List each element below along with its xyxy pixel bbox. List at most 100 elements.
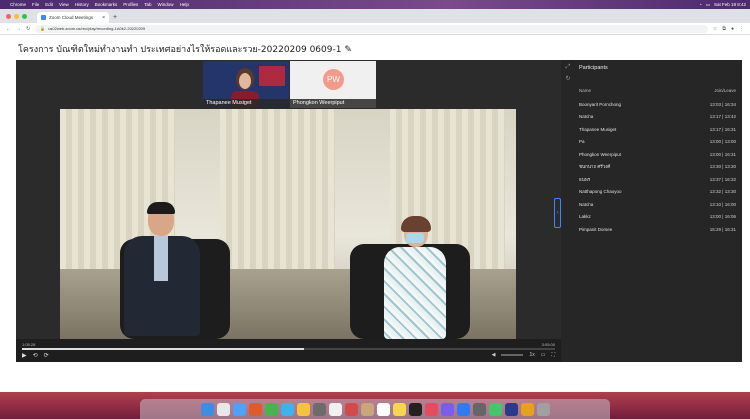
dock-app-icon[interactable]	[232, 402, 246, 416]
url-text: us02web.zoom.us/rec/play/recording-1A0k2…	[48, 26, 146, 31]
play-icon[interactable]: ▶	[22, 352, 27, 359]
new-tab-button[interactable]: +	[113, 12, 117, 23]
menu-item-tab[interactable]: Tab	[144, 2, 151, 7]
dock-app-icon[interactable]	[392, 402, 406, 416]
column-name: Name	[579, 88, 592, 93]
participant-time: 13:03 | 16:34	[709, 101, 736, 107]
participant-row: ธนพร 13:37 | 16:32	[579, 173, 736, 186]
participant-name: Natthapong Chaoyoo	[579, 189, 622, 195]
menu-item-window[interactable]: Window	[158, 2, 174, 7]
url-field[interactable]: 🔒 us02web.zoom.us/rec/play/recording-1A0…	[35, 24, 708, 33]
menu-item-view[interactable]: View	[59, 2, 69, 7]
expand-icon[interactable]: ⤢	[566, 64, 571, 71]
window-controls	[6, 9, 27, 23]
recording-player: Thapanee Musiget PW Phongkon Weerpiput ›…	[16, 60, 561, 362]
dock-app-icon[interactable]	[536, 402, 550, 416]
rewind-icon[interactable]: ⟲	[33, 352, 38, 359]
participant-time: 13:17 | 16:31	[709, 126, 736, 132]
speed-button[interactable]: 1x	[529, 352, 534, 358]
speaker-thumbnail-phongkon: PW Phongkon Weerpiput	[290, 61, 376, 108]
menu-item-profiles[interactable]: Profiles	[123, 2, 138, 7]
lock-icon: 🔒	[40, 26, 46, 31]
participant-time: 15:29 | 16:31	[709, 226, 736, 232]
participant-row: Thapanee Musiget 13:17 | 16:31	[579, 123, 736, 136]
progress-fill	[22, 348, 305, 350]
bookmark-star-icon[interactable]: ☆	[713, 26, 717, 32]
dock-app-icon[interactable]	[328, 402, 342, 416]
browser-menu-icon[interactable]: ⋮	[739, 26, 744, 32]
refresh-icon[interactable]: ↻	[565, 75, 570, 82]
close-tab-icon[interactable]: ×	[102, 15, 105, 21]
participant-row: Natthapong Chaoyoo 13:32 | 13:30	[579, 186, 736, 199]
participant-name: Natcha	[579, 114, 594, 120]
forward-icon[interactable]: ⟳	[44, 352, 49, 359]
dock-app-icon[interactable]	[280, 402, 294, 416]
speaker-thumbnail-thapanee: Thapanee Musiget	[203, 61, 289, 108]
participant-time: 13:32 | 13:30	[709, 189, 736, 195]
participant-name: Phongkon Weerpiput	[579, 151, 621, 157]
profile-avatar[interactable]: ●	[731, 26, 734, 32]
tab-title: Zoom Cloud Meetings	[49, 15, 94, 20]
dock-app-icon[interactable]	[456, 402, 470, 416]
recording-title: โครงการ บัณฑิตใหม่ทำงานทำ ประเทศอย่างไรใ…	[18, 45, 352, 55]
dock-app-icon[interactable]	[488, 402, 502, 416]
menu-item-chrome[interactable]: Chrome	[10, 2, 26, 7]
participant-time: 13:37 | 16:32	[709, 176, 736, 182]
back-icon[interactable]: ←	[6, 26, 11, 32]
dock-app-icon[interactable]	[424, 402, 438, 416]
zoom-favicon-icon	[41, 15, 46, 20]
dock-app-icon[interactable]	[520, 402, 534, 416]
dock-app-icon[interactable]	[216, 402, 230, 416]
dock-app-icon[interactable]	[376, 402, 390, 416]
participant-time: 13:10 | 16:00	[709, 201, 736, 207]
minimize-window-button[interactable]	[14, 13, 19, 19]
column-time: Join/Leave	[714, 88, 736, 93]
participant-name: Boonyarit Pornchong	[579, 101, 622, 107]
volume-slider[interactable]	[501, 354, 524, 356]
dock-app-icon[interactable]	[200, 402, 214, 416]
participant-time: 13:17 | 13:42	[709, 114, 736, 120]
participant-row: Pa 13:00 | 13:00	[579, 136, 736, 149]
volume-icon[interactable]: ◀	[492, 352, 496, 358]
dock-app-icon[interactable]	[472, 402, 486, 416]
participant-row: Natcha 13:17 | 13:42	[579, 111, 736, 124]
collapse-sidebar-button[interactable]: ›	[554, 198, 561, 228]
reload-icon[interactable]: ↻	[26, 26, 30, 32]
participant-time: 13:00 | 16:31	[709, 151, 736, 157]
speaker-woman	[380, 216, 450, 339]
total-time: 3:05:00	[541, 342, 555, 347]
initials-avatar: PW	[323, 69, 344, 90]
menu-item-history[interactable]: History	[75, 2, 89, 7]
participants-panel: ⤢ ↻ Participants Name Join/Leave Boonyar…	[561, 60, 742, 362]
menu-item-file[interactable]: File	[32, 2, 39, 7]
wifi-icon[interactable]: ◔	[699, 2, 702, 8]
dock-app-icon[interactable]	[296, 402, 310, 416]
maximize-window-button[interactable]	[22, 13, 27, 19]
dock-app-icon[interactable]	[248, 402, 262, 416]
dock-app-icon[interactable]	[312, 402, 326, 416]
dock-app-icon[interactable]	[264, 402, 278, 416]
macos-dock	[140, 399, 610, 419]
close-window-button[interactable]	[6, 13, 11, 19]
main-video-frame[interactable]	[60, 109, 516, 339]
dock-app-icon[interactable]	[408, 402, 422, 416]
cc-icon[interactable]: ▭	[541, 352, 546, 358]
menu-item-edit[interactable]: Edit	[45, 2, 53, 7]
dock-app-icon[interactable]	[440, 402, 454, 416]
dock-app-icon[interactable]	[344, 402, 358, 416]
extensions-icon[interactable]: ⧉	[722, 26, 726, 32]
progress-bar[interactable]	[22, 348, 555, 350]
participants-list: Boonyarit Pornchong 13:03 | 16:34 Natcha 13…	[579, 98, 736, 236]
macos-menubar: Chrome File Edit View History Bookmarks …	[0, 0, 750, 9]
participant-name: ชนกนาถ ศรีวงศ์	[579, 164, 611, 170]
dock-app-icon[interactable]	[360, 402, 374, 416]
browser-tab[interactable]: Zoom Cloud Meetings ×	[37, 12, 109, 23]
dock-app-icon[interactable]	[504, 402, 518, 416]
fullscreen-icon[interactable]: ⛶	[551, 352, 555, 358]
menu-item-help[interactable]: Help	[180, 2, 189, 7]
battery-icon[interactable]: ▭	[706, 2, 710, 8]
menu-item-bookmarks[interactable]: Bookmarks	[95, 2, 118, 7]
menubar-clock[interactable]: Sat Feb 19 8:42	[714, 2, 746, 8]
participant-name: Lakkz	[579, 214, 591, 220]
forward-icon[interactable]: →	[16, 26, 21, 32]
